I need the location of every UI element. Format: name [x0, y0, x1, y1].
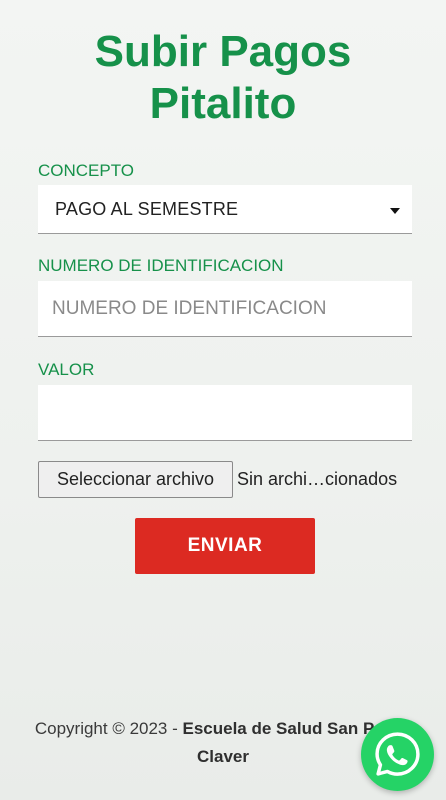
identificacion-input[interactable]: [38, 281, 412, 337]
identificacion-label: NUMERO DE IDENTIFICACION: [38, 256, 284, 275]
valor-label: VALOR: [38, 360, 95, 379]
concepto-selected-value: PAGO AL SEMESTRE: [55, 199, 239, 219]
caret-down-icon: [390, 208, 400, 214]
whatsapp-icon: [375, 732, 420, 776]
concepto-select[interactable]: PAGO AL SEMESTRE: [38, 185, 412, 234]
page-title-line1: Subir Pagos: [94, 27, 352, 76]
page-title: Subir Pagos Pitalito: [0, 26, 446, 130]
file-status-text: Sin archi…cionados: [237, 469, 398, 489]
whatsapp-button[interactable]: [361, 718, 434, 791]
page-title-line2: Pitalito: [149, 79, 297, 128]
identificacion-field-wrapper: [38, 281, 412, 337]
select-file-button[interactable]: Seleccionar archivo: [38, 461, 233, 498]
concepto-label: CONCEPTO: [38, 161, 135, 180]
valor-input[interactable]: [38, 385, 412, 441]
valor-field-wrapper: [38, 385, 412, 441]
submit-button[interactable]: ENVIAR: [135, 518, 315, 574]
file-upload-row: Seleccionar archivo Sin archi…cionados: [38, 461, 418, 499]
copyright-text: Copyright © 2023 -: [34, 719, 183, 738]
org-name-line2: Claver: [197, 747, 249, 766]
